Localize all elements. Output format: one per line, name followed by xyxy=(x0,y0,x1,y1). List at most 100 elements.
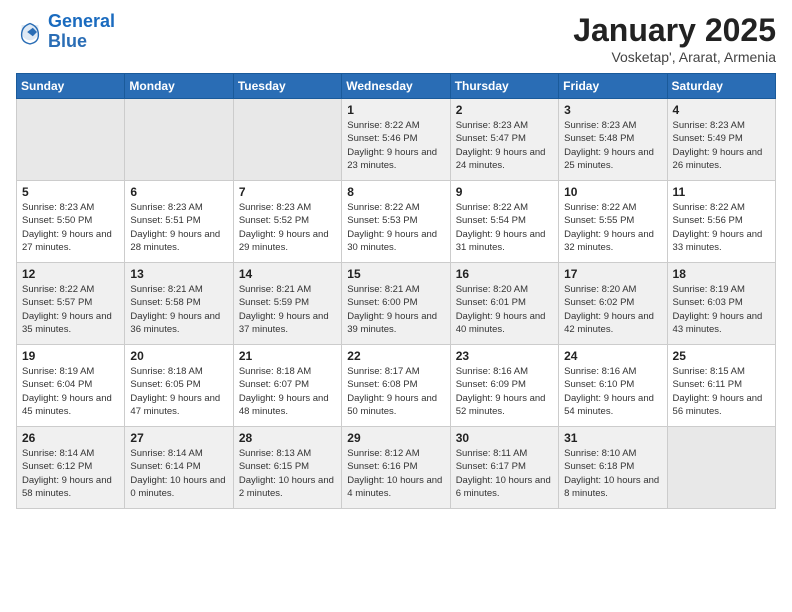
page: General Blue January 2025 Vosketap', Ara… xyxy=(0,0,792,612)
day-number: 31 xyxy=(564,431,661,445)
logo-text: General Blue xyxy=(48,12,115,52)
calendar-day-cell: 4 Sunrise: 8:23 AMSunset: 5:49 PMDaylight… xyxy=(667,99,775,181)
calendar-day-cell: 18Sunrise: 8:19 AMSunset: 6:03 PMDayligh… xyxy=(667,263,775,345)
calendar-header-friday: Friday xyxy=(559,74,667,99)
calendar-day-cell xyxy=(667,427,775,509)
calendar-day-cell: 19 Sunrise: 8:19 AMSunset: 6:04 PMDayligh… xyxy=(17,345,125,427)
calendar-header-tuesday: Tuesday xyxy=(233,74,341,99)
calendar-header-wednesday: Wednesday xyxy=(342,74,450,99)
day-info: Sunrise: 8:20 AMSunset: 6:02 PMDaylight:… xyxy=(564,283,661,336)
day-number: 13 xyxy=(130,267,227,281)
calendar-week-row: 12 Sunrise: 8:22 AMSunset: 5:57 PMDayligh… xyxy=(17,263,776,345)
day-info: Sunrise: 8:23 AMSunset: 5:49 PMDaylight:… xyxy=(673,119,770,172)
calendar-day-cell: 31 Sunrise: 8:10 AMSunset: 6:18 PMDayligh… xyxy=(559,427,667,509)
calendar-week-row: 5Sunrise: 8:23 AMSunset: 5:50 PMDaylight… xyxy=(17,181,776,263)
day-number: 28 xyxy=(239,431,336,445)
day-number: 12 xyxy=(22,267,119,281)
calendar-day-cell: 25 Sunrise: 8:15 AMSunset: 6:11 PMDayligh… xyxy=(667,345,775,427)
calendar-header-saturday: Saturday xyxy=(667,74,775,99)
day-info: Sunrise: 8:23 AMSunset: 5:52 PMDaylight:… xyxy=(239,201,336,254)
calendar-day-cell xyxy=(125,99,233,181)
day-info: Sunrise: 8:15 AMSunset: 6:11 PMDaylight:… xyxy=(673,365,770,418)
calendar-day-cell: 10 Sunrise: 8:22 AMSunset: 5:55 PMDayligh… xyxy=(559,181,667,263)
calendar-day-cell: 9 Sunrise: 8:22 AMSunset: 5:54 PMDaylight… xyxy=(450,181,558,263)
day-number: 27 xyxy=(130,431,227,445)
day-number: 2 xyxy=(456,103,553,117)
calendar-day-cell: 6 Sunrise: 8:23 AMSunset: 5:51 PMDaylight… xyxy=(125,181,233,263)
calendar-header-thursday: Thursday xyxy=(450,74,558,99)
calendar-day-cell: 27 Sunrise: 8:14 AMSunset: 6:14 PMDayligh… xyxy=(125,427,233,509)
day-number: 29 xyxy=(347,431,444,445)
day-number: 3 xyxy=(564,103,661,117)
day-info: Sunrise: 8:12 AMSunset: 6:16 PMDaylight:… xyxy=(347,447,444,500)
calendar-day-cell: 23 Sunrise: 8:16 AMSunset: 6:09 PMDayligh… xyxy=(450,345,558,427)
calendar-day-cell: 12 Sunrise: 8:22 AMSunset: 5:57 PMDayligh… xyxy=(17,263,125,345)
day-number: 20 xyxy=(130,349,227,363)
logo-line2: Blue xyxy=(48,31,87,51)
calendar-day-cell: 26 Sunrise: 8:14 AMSunset: 6:12 PMDayligh… xyxy=(17,427,125,509)
day-number: 6 xyxy=(130,185,227,199)
day-number: 16 xyxy=(456,267,553,281)
day-number: 30 xyxy=(456,431,553,445)
day-number: 19 xyxy=(22,349,119,363)
day-info: Sunrise: 8:11 AMSunset: 6:17 PMDaylight:… xyxy=(456,447,553,500)
calendar-day-cell: 13 Sunrise: 8:21 AMSunset: 5:58 PMDayligh… xyxy=(125,263,233,345)
day-number: 7 xyxy=(239,185,336,199)
calendar-day-cell: 22Sunrise: 8:17 AMSunset: 6:08 PMDayligh… xyxy=(342,345,450,427)
day-number: 23 xyxy=(456,349,553,363)
title-block: January 2025 Vosketap', Ararat, Armenia xyxy=(573,12,776,65)
day-number: 10 xyxy=(564,185,661,199)
day-number: 1 xyxy=(347,103,444,117)
day-info: Sunrise: 8:23 AMSunset: 5:50 PMDaylight:… xyxy=(22,201,119,254)
calendar-header-monday: Monday xyxy=(125,74,233,99)
calendar-header-row: SundayMondayTuesdayWednesdayThursdayFrid… xyxy=(17,74,776,99)
day-info: Sunrise: 8:23 AMSunset: 5:48 PMDaylight:… xyxy=(564,119,661,172)
month-title: January 2025 xyxy=(573,12,776,49)
day-info: Sunrise: 8:18 AMSunset: 6:07 PMDaylight:… xyxy=(239,365,336,418)
calendar-day-cell: 5Sunrise: 8:23 AMSunset: 5:50 PMDaylight… xyxy=(17,181,125,263)
day-info: Sunrise: 8:22 AMSunset: 5:55 PMDaylight:… xyxy=(564,201,661,254)
calendar-day-cell: 17Sunrise: 8:20 AMSunset: 6:02 PMDayligh… xyxy=(559,263,667,345)
day-info: Sunrise: 8:14 AMSunset: 6:12 PMDaylight:… xyxy=(22,447,119,500)
day-number: 8 xyxy=(347,185,444,199)
calendar-day-cell: 2 Sunrise: 8:23 AMSunset: 5:47 PMDaylight… xyxy=(450,99,558,181)
day-info: Sunrise: 8:19 AMSunset: 6:04 PMDaylight:… xyxy=(22,365,119,418)
day-info: Sunrise: 8:22 AMSunset: 5:56 PMDaylight:… xyxy=(673,201,770,254)
day-number: 15 xyxy=(347,267,444,281)
day-info: Sunrise: 8:10 AMSunset: 6:18 PMDaylight:… xyxy=(564,447,661,500)
day-number: 4 xyxy=(673,103,770,117)
day-info: Sunrise: 8:16 AMSunset: 6:10 PMDaylight:… xyxy=(564,365,661,418)
day-info: Sunrise: 8:22 AMSunset: 5:57 PMDaylight:… xyxy=(22,283,119,336)
calendar-day-cell: 28 Sunrise: 8:13 AMSunset: 6:15 PMDayligh… xyxy=(233,427,341,509)
day-info: Sunrise: 8:22 AMSunset: 5:54 PMDaylight:… xyxy=(456,201,553,254)
day-info: Sunrise: 8:18 AMSunset: 6:05 PMDaylight:… xyxy=(130,365,227,418)
calendar-day-cell: 7 Sunrise: 8:23 AMSunset: 5:52 PMDaylight… xyxy=(233,181,341,263)
day-info: Sunrise: 8:22 AMSunset: 5:53 PMDaylight:… xyxy=(347,201,444,254)
subtitle: Vosketap', Ararat, Armenia xyxy=(573,49,776,65)
day-number: 26 xyxy=(22,431,119,445)
calendar-week-row: 19 Sunrise: 8:19 AMSunset: 6:04 PMDayligh… xyxy=(17,345,776,427)
day-number: 24 xyxy=(564,349,661,363)
calendar-day-cell: 16 Sunrise: 8:20 AMSunset: 6:01 PMDayligh… xyxy=(450,263,558,345)
day-number: 25 xyxy=(673,349,770,363)
day-info: Sunrise: 8:23 AMSunset: 5:51 PMDaylight:… xyxy=(130,201,227,254)
day-info: Sunrise: 8:14 AMSunset: 6:14 PMDaylight:… xyxy=(130,447,227,500)
calendar-week-row: 26 Sunrise: 8:14 AMSunset: 6:12 PMDayligh… xyxy=(17,427,776,509)
calendar-day-cell: 24 Sunrise: 8:16 AMSunset: 6:10 PMDayligh… xyxy=(559,345,667,427)
day-info: Sunrise: 8:21 AMSunset: 5:58 PMDaylight:… xyxy=(130,283,227,336)
header: General Blue January 2025 Vosketap', Ara… xyxy=(16,12,776,65)
calendar-day-cell: 15Sunrise: 8:21 AMSunset: 6:00 PMDayligh… xyxy=(342,263,450,345)
calendar-day-cell: 8 Sunrise: 8:22 AMSunset: 5:53 PMDaylight… xyxy=(342,181,450,263)
day-info: Sunrise: 8:16 AMSunset: 6:09 PMDaylight:… xyxy=(456,365,553,418)
calendar-day-cell xyxy=(233,99,341,181)
day-number: 18 xyxy=(673,267,770,281)
calendar-day-cell: 11 Sunrise: 8:22 AMSunset: 5:56 PMDayligh… xyxy=(667,181,775,263)
day-info: Sunrise: 8:20 AMSunset: 6:01 PMDaylight:… xyxy=(456,283,553,336)
day-number: 11 xyxy=(673,185,770,199)
day-info: Sunrise: 8:21 AMSunset: 5:59 PMDaylight:… xyxy=(239,283,336,336)
day-number: 9 xyxy=(456,185,553,199)
calendar-header-sunday: Sunday xyxy=(17,74,125,99)
day-info: Sunrise: 8:23 AMSunset: 5:47 PMDaylight:… xyxy=(456,119,553,172)
logo-icon xyxy=(16,18,44,46)
day-info: Sunrise: 8:13 AMSunset: 6:15 PMDaylight:… xyxy=(239,447,336,500)
